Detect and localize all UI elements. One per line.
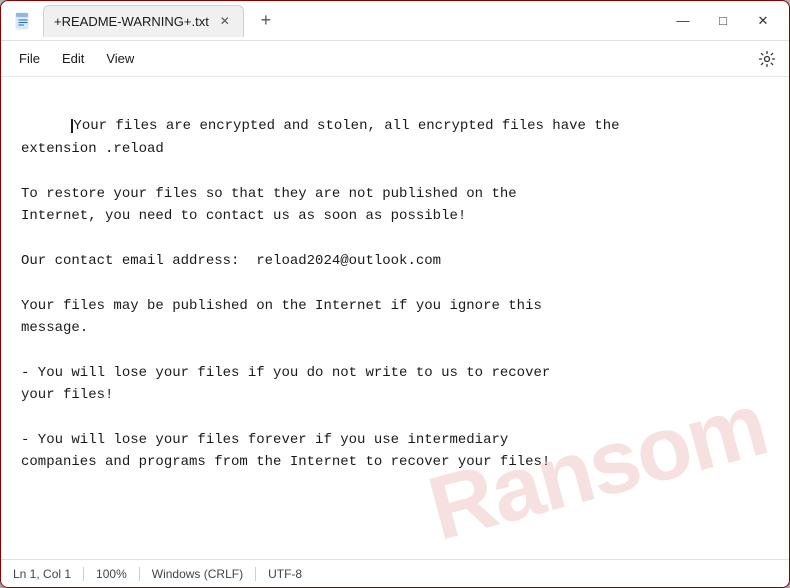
menu-view[interactable]: View bbox=[96, 47, 144, 70]
minimize-button[interactable]: — bbox=[665, 7, 701, 35]
close-button[interactable]: ✕ bbox=[745, 7, 781, 35]
titlebar: +README-WARNING+.txt ✕ + — □ ✕ bbox=[1, 1, 789, 41]
line-ending: Windows (CRLF) bbox=[140, 567, 256, 581]
new-tab-button[interactable]: + bbox=[252, 7, 280, 35]
menubar: File Edit View bbox=[1, 41, 789, 77]
notepad-icon bbox=[9, 7, 37, 35]
text-editor-content[interactable]: Ransom Your files are encrypted and stol… bbox=[1, 77, 789, 559]
maximize-button[interactable]: □ bbox=[705, 7, 741, 35]
editor-text: Your files are encrypted and stolen, all… bbox=[21, 93, 769, 496]
menubar-right bbox=[753, 45, 781, 73]
main-window: +README-WARNING+.txt ✕ + — □ ✕ File Edit… bbox=[0, 0, 790, 588]
tab-title: +README-WARNING+.txt bbox=[54, 14, 209, 29]
active-tab[interactable]: +README-WARNING+.txt ✕ bbox=[43, 5, 244, 37]
tab-close-button[interactable]: ✕ bbox=[217, 13, 233, 29]
menu-edit[interactable]: Edit bbox=[52, 47, 94, 70]
settings-icon[interactable] bbox=[753, 45, 781, 73]
menu-file[interactable]: File bbox=[9, 47, 50, 70]
statusbar: Ln 1, Col 1 100% Windows (CRLF) UTF-8 bbox=[1, 559, 789, 587]
encoding: UTF-8 bbox=[256, 567, 314, 581]
tab-area: +README-WARNING+.txt ✕ + bbox=[9, 5, 665, 37]
cursor-position: Ln 1, Col 1 bbox=[13, 567, 84, 581]
zoom-level: 100% bbox=[84, 567, 140, 581]
window-controls: — □ ✕ bbox=[665, 7, 781, 35]
